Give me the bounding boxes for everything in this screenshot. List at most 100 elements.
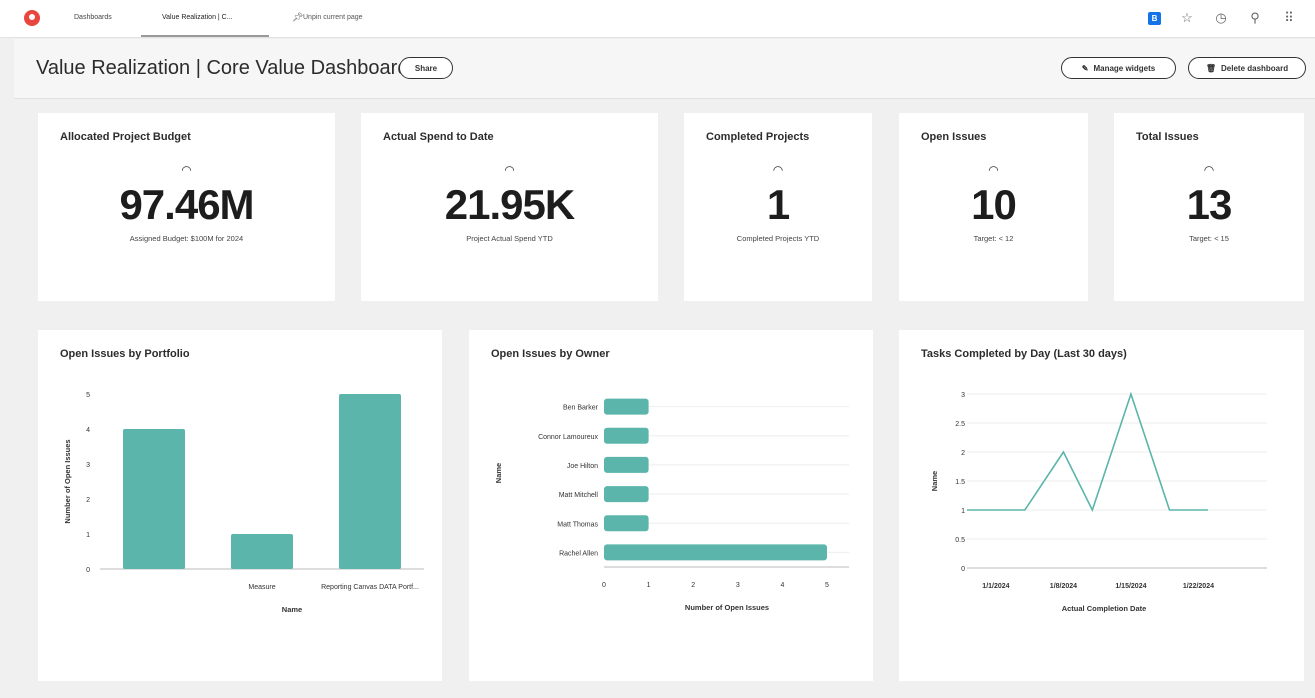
bar [604, 456, 649, 473]
y-tick-label: 4 [86, 427, 90, 434]
y-tick-label: 2.5 [955, 421, 965, 428]
y-axis-label: Number of Open Issues [63, 439, 72, 523]
y-tick-label: 3 [86, 462, 90, 469]
bar [604, 486, 649, 503]
kpi-subtitle: Assigned Budget: $100M for 2024 [129, 234, 244, 243]
x-axis-label: Number of Open Issues [685, 603, 769, 612]
bar [339, 394, 401, 569]
x-tick-label: 3 [736, 582, 740, 589]
y-tick-label: Matt Mitchell [559, 492, 599, 499]
kpi-value: 21.95K [444, 181, 575, 228]
gauge-icon: ◜◝ [504, 163, 515, 177]
bar [604, 515, 649, 532]
pin-icon[interactable]: 📌︎ [292, 12, 303, 23]
bar [231, 534, 293, 569]
y-tick-label: Matt Thomas [557, 521, 598, 528]
y-tick-label: Ben Barker [563, 405, 599, 412]
x-tick-label: 4 [780, 582, 784, 589]
x-tick-label: 1 [647, 582, 651, 589]
kpi-title: Total Issues [1136, 131, 1199, 143]
y-tick-label: 1 [86, 532, 90, 539]
kpi-title: Open Issues [921, 131, 987, 143]
bar [604, 544, 827, 561]
y-tick-label: 1.5 [955, 479, 965, 486]
chart-card-issues-by-portfolio[interactable]: Open Issues by Portfolio 0 1 2 3 4 5 Measure Re… [38, 330, 442, 681]
trash-icon: 🗑︎ [1205, 63, 1216, 73]
x-axis-label: Actual Completion Date [1062, 604, 1147, 613]
star-icon[interactable]: ☆ [1179, 9, 1195, 27]
y-tick-label: 1 [961, 508, 965, 515]
share-button[interactable]: Share [399, 57, 453, 79]
y-tick-label: Joe Hilton [567, 463, 598, 470]
kpi-value: 10 [971, 181, 1017, 228]
x-axis-label: Name [282, 605, 302, 614]
bar [604, 398, 649, 415]
x-tick-label: 1/15/2024 [1115, 583, 1146, 590]
delete-dashboard-button[interactable]: 🗑︎ Delete dashboard [1188, 57, 1306, 79]
chart-card-tasks-completed[interactable]: Tasks Completed by Day (Last 30 days) 00… [899, 330, 1304, 681]
kpi-value: 1 [766, 181, 790, 228]
tab-value-realization[interactable]: Value Realization | C... [162, 14, 233, 21]
kpi-card-completed-projects[interactable]: Completed Projects ◜◝ 1 Completed Projec… [684, 113, 872, 301]
y-tick-label: Connor Lamoureux [538, 434, 598, 441]
gauge-icon: ◜◝ [1204, 163, 1214, 177]
kpi-title: Completed Projects [706, 131, 810, 143]
portfolio-bar-chart: 0 1 2 3 4 5 Measure Reporting Canvas DATA Portf… [63, 392, 424, 614]
x-tick-label: 1/1/2024 [982, 583, 1009, 590]
active-tab-indicator [141, 35, 269, 37]
x-tick-label: 0 [602, 582, 606, 589]
kpi-card-total-issues[interactable]: Total Issues ◜◝ 13 Target: < 15 [1114, 113, 1304, 301]
owner-bar-chart: Ben Barker Connor Lamoureux Joe Hilton Matt… [494, 398, 849, 612]
x-tick-label: 1/8/2024 [1050, 583, 1077, 590]
kpi-value: 97.46M [119, 181, 254, 228]
manage-widgets-label: Manage widgets [1093, 63, 1156, 73]
y-tick-label: Rachel Allen [559, 550, 598, 557]
kpi-title: Actual Spend to Date [383, 131, 494, 143]
kpi-card-actual-spend[interactable]: Actual Spend to Date ◜◝ 21.95K Project A… [361, 113, 658, 301]
x-tick-label: 2 [691, 582, 695, 589]
share-label: Share [414, 63, 438, 73]
y-tick-label: 0.5 [955, 537, 965, 544]
y-tick-label: 0 [961, 566, 965, 573]
app-logo-icon[interactable] [24, 10, 40, 26]
y-tick-label: 3 [961, 392, 965, 399]
kpi-card-allocated-budget[interactable]: Allocated Project Budget ◜◝ 97.46M Assig… [38, 113, 335, 301]
bar [604, 427, 649, 444]
kpi-subtitle: Project Actual Spend YTD [466, 234, 553, 243]
gauge-icon: ◜◝ [181, 163, 192, 177]
x-tick-label: 1/22/2024 [1183, 583, 1214, 590]
app-badge-icon[interactable]: B [1148, 11, 1161, 25]
delete-dashboard-label: Delete dashboard [1221, 63, 1289, 73]
y-axis-label: Name [494, 463, 503, 483]
kpi-subtitle: Completed Projects YTD [736, 234, 820, 243]
tab-dashboards[interactable]: Dashboards [74, 14, 112, 21]
kpi-value: 13 [1186, 181, 1233, 228]
gauge-icon: ◜◝ [988, 163, 999, 177]
kpi-card-open-issues[interactable]: Open Issues ◜◝ 10 Target: < 12 [899, 113, 1088, 301]
grid-icon[interactable]: ⠿ [1281, 9, 1297, 27]
nav-icon-group: B ☆ ◷ ⚲ ⠿ [1148, 9, 1297, 27]
tasks-line-chart: 0 0.5 1 1.5 2 2.5 3 1/1/2024 1/8/2024 1/15/2024 1/… [930, 391, 1267, 613]
x-tick-label: 5 [825, 582, 829, 589]
page-title: Value Realization | Core Value Dashboard [36, 57, 409, 79]
y-tick-label: 2 [961, 450, 965, 457]
top-navigation: Dashboards Value Realization | C... 📌︎ U… [0, 0, 1315, 38]
search-icon[interactable]: ⚲ [1247, 9, 1263, 27]
y-tick-label: 2 [86, 497, 90, 504]
chart-card-issues-by-owner[interactable]: Open Issues by Owner Ben Barker Connor La… [469, 330, 873, 681]
x-tick-label: Measure [248, 584, 275, 591]
y-tick-label: 5 [86, 392, 90, 399]
manage-widgets-button[interactable]: ✎ Manage widgets [1061, 57, 1176, 79]
bar [123, 429, 185, 569]
unpin-page-link[interactable]: Unpin current page [303, 14, 363, 21]
dashboard-header: Value Realization | Core Value Dashboard… [14, 39, 1315, 99]
kpi-title: Allocated Project Budget [60, 131, 191, 143]
gauge-icon: ◜◝ [773, 163, 783, 177]
x-tick-label: Reporting Canvas DATA Portf... [321, 584, 419, 591]
y-axis-label: Name [930, 471, 939, 491]
kpi-subtitle: Target: < 12 [973, 234, 1014, 243]
pencil-icon: ✎ [1081, 63, 1089, 73]
y-tick-label: 0 [86, 567, 90, 574]
history-icon[interactable]: ◷ [1213, 9, 1229, 27]
kpi-subtitle: Target: < 15 [1189, 234, 1229, 243]
